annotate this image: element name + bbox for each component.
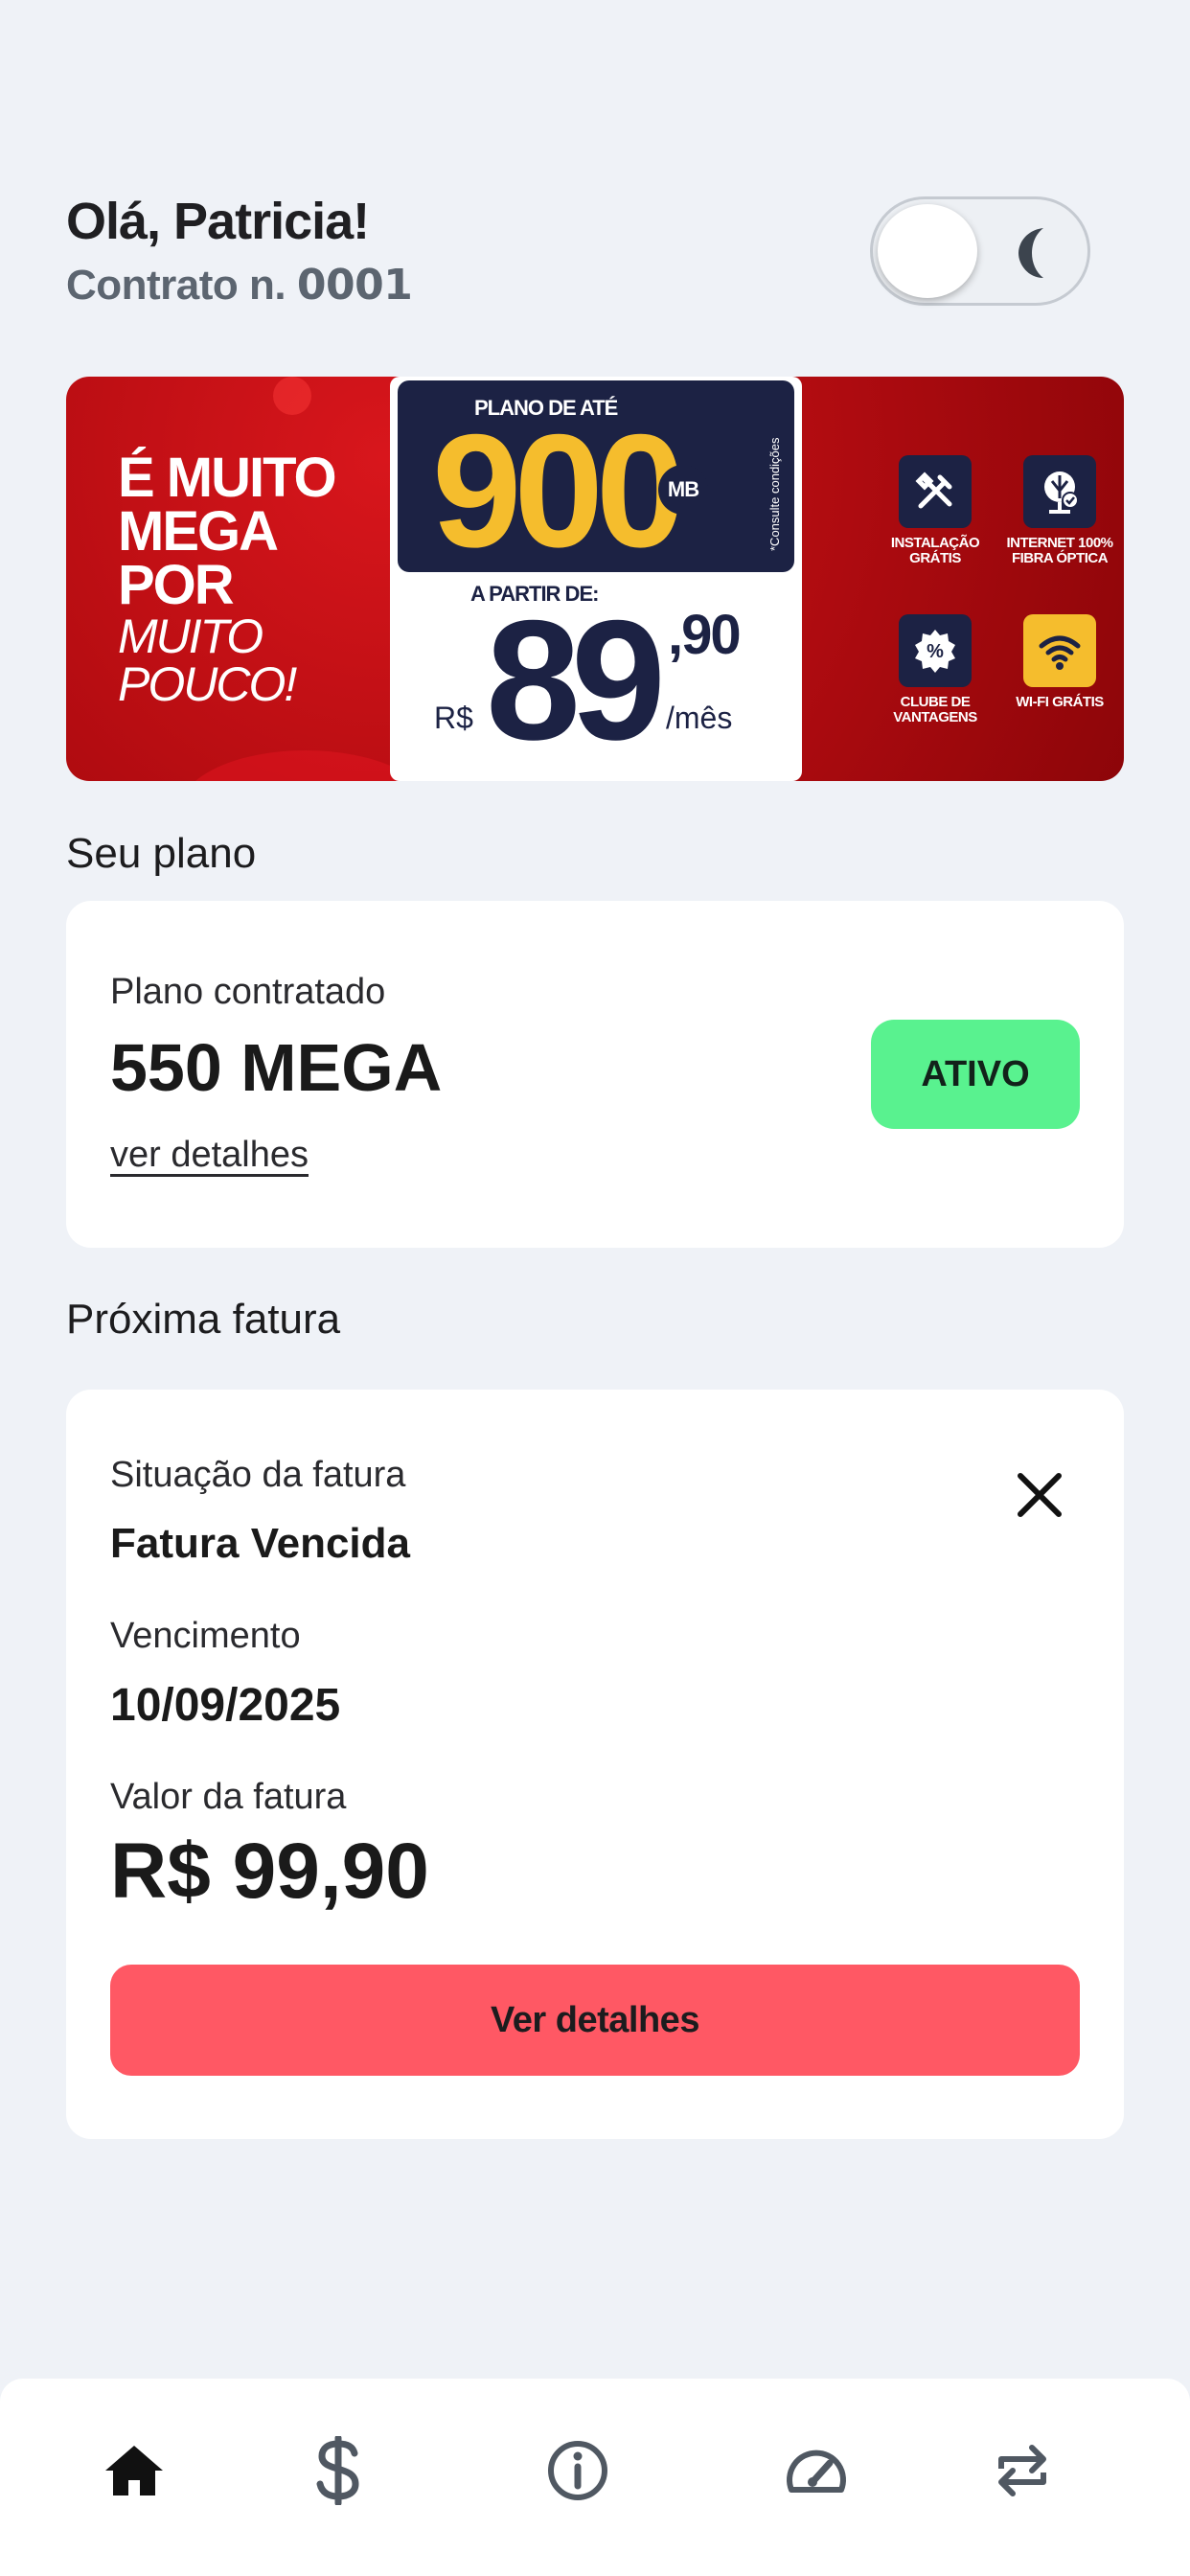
plan-details-link[interactable]: ver detalhes: [110, 1135, 309, 1176]
invoice-due-value: 10/09/2025: [110, 1680, 341, 1731]
svg-text:%: %: [927, 641, 944, 662]
price-period: /mês: [666, 701, 733, 735]
headline-line: POUCO!: [118, 657, 297, 711]
promo-banner[interactable]: É MUITO MEGA POR MUITO POUCO! PLANO DE A…: [66, 377, 1124, 781]
banner-offer: PLANO DE ATÉ 900 MB *Consulte condições …: [390, 377, 802, 781]
headline-line: POR: [118, 554, 235, 616]
banner-decoration: [273, 377, 311, 415]
toggle-knob[interactable]: [878, 204, 977, 298]
invoice-section-title: Próxima fatura: [66, 1296, 341, 1343]
fiber-icon: [1023, 455, 1096, 528]
headline-line: MEGA: [118, 500, 279, 563]
invoice-card: Situação da fatura Fatura Vencida Vencim…: [66, 1390, 1124, 2139]
invoice-due-label: Vencimento: [110, 1616, 301, 1656]
wifi-icon: [1023, 614, 1096, 687]
feature-fiber: INTERNET 100% FIBRA ÓPTICA: [997, 455, 1122, 566]
nav-item-payments[interactable]: [290, 2423, 386, 2518]
close-icon[interactable]: [1013, 1468, 1066, 1522]
contract-prefix: Contrato n.: [66, 262, 286, 309]
discount-icon: %: [899, 614, 972, 687]
feature-club: % CLUBE DE VANTAGENS: [873, 614, 997, 725]
headline-line: MUITO: [118, 610, 263, 663]
nav-item-switch[interactable]: [974, 2423, 1070, 2518]
nav-item-speedtest[interactable]: [768, 2423, 864, 2518]
invoice-amount-label: Valor da fatura: [110, 1777, 347, 1817]
plan-speed-value: 900: [432, 401, 685, 581]
speedometer-icon: [787, 2450, 846, 2493]
bottom-navigation: [0, 2379, 1190, 2576]
headline-line: É MUITO: [118, 447, 337, 509]
nav-item-home[interactable]: [86, 2423, 182, 2518]
plan-speed-box: PLANO DE ATÉ 900 MB *Consulte condições: [398, 380, 794, 572]
greeting-title: Olá, Patricia!: [66, 193, 370, 250]
conditions-note: *Consulte condições: [767, 437, 782, 551]
tools-icon: [899, 455, 972, 528]
repeat-icon: [998, 2445, 1046, 2496]
nav-item-info[interactable]: [530, 2423, 626, 2518]
contract-number-value: 0001: [296, 261, 413, 310]
price-currency: R$: [434, 701, 473, 735]
invoice-status-value: Fatura Vencida: [110, 1520, 411, 1567]
plan-unit-badge: MB: [658, 465, 708, 515]
banner-headline: É MUITO MEGA POR MUITO POUCO!: [118, 447, 337, 711]
invoice-amount-value: R$ 99,90: [110, 1828, 429, 1915]
plan-label: Plano contratado: [110, 972, 386, 1012]
price-integer: 89: [486, 585, 666, 775]
invoice-details-button[interactable]: Ver detalhes: [110, 1965, 1080, 2076]
feature-wifi: WI-FI GRÁTIS: [997, 614, 1122, 710]
plan-status-badge: ATIVO: [871, 1020, 1080, 1129]
plan-name: 550 MEGA: [110, 1030, 443, 1105]
contract-number: Contrato n. 0001: [66, 261, 413, 310]
invoice-status-label: Situação da fatura: [110, 1455, 406, 1495]
feature-label: INSTALAÇÃO GRÁTIS: [890, 535, 980, 566]
plan-card: Plano contratado 550 MEGA ver detalhes A…: [66, 901, 1124, 1248]
price-cents: ,90: [668, 604, 742, 666]
feature-label: CLUBE DE VANTAGENS: [893, 694, 977, 725]
home-screen: Olá, Patricia! Contrato n. 0001 É MUITO …: [0, 0, 1190, 2576]
info-icon: [548, 2441, 607, 2500]
plan-section-title: Seu plano: [66, 830, 257, 877]
feature-installation: INSTALAÇÃO GRÁTIS: [873, 455, 997, 566]
feature-label: INTERNET 100% FIBRA ÓPTICA: [1006, 535, 1113, 566]
dark-mode-toggle[interactable]: [870, 196, 1090, 306]
home-icon: [105, 2446, 163, 2496]
moon-icon: [1018, 228, 1043, 278]
feature-label: WI-FI GRÁTIS: [1016, 694, 1104, 710]
dollar-icon: [316, 2436, 359, 2505]
